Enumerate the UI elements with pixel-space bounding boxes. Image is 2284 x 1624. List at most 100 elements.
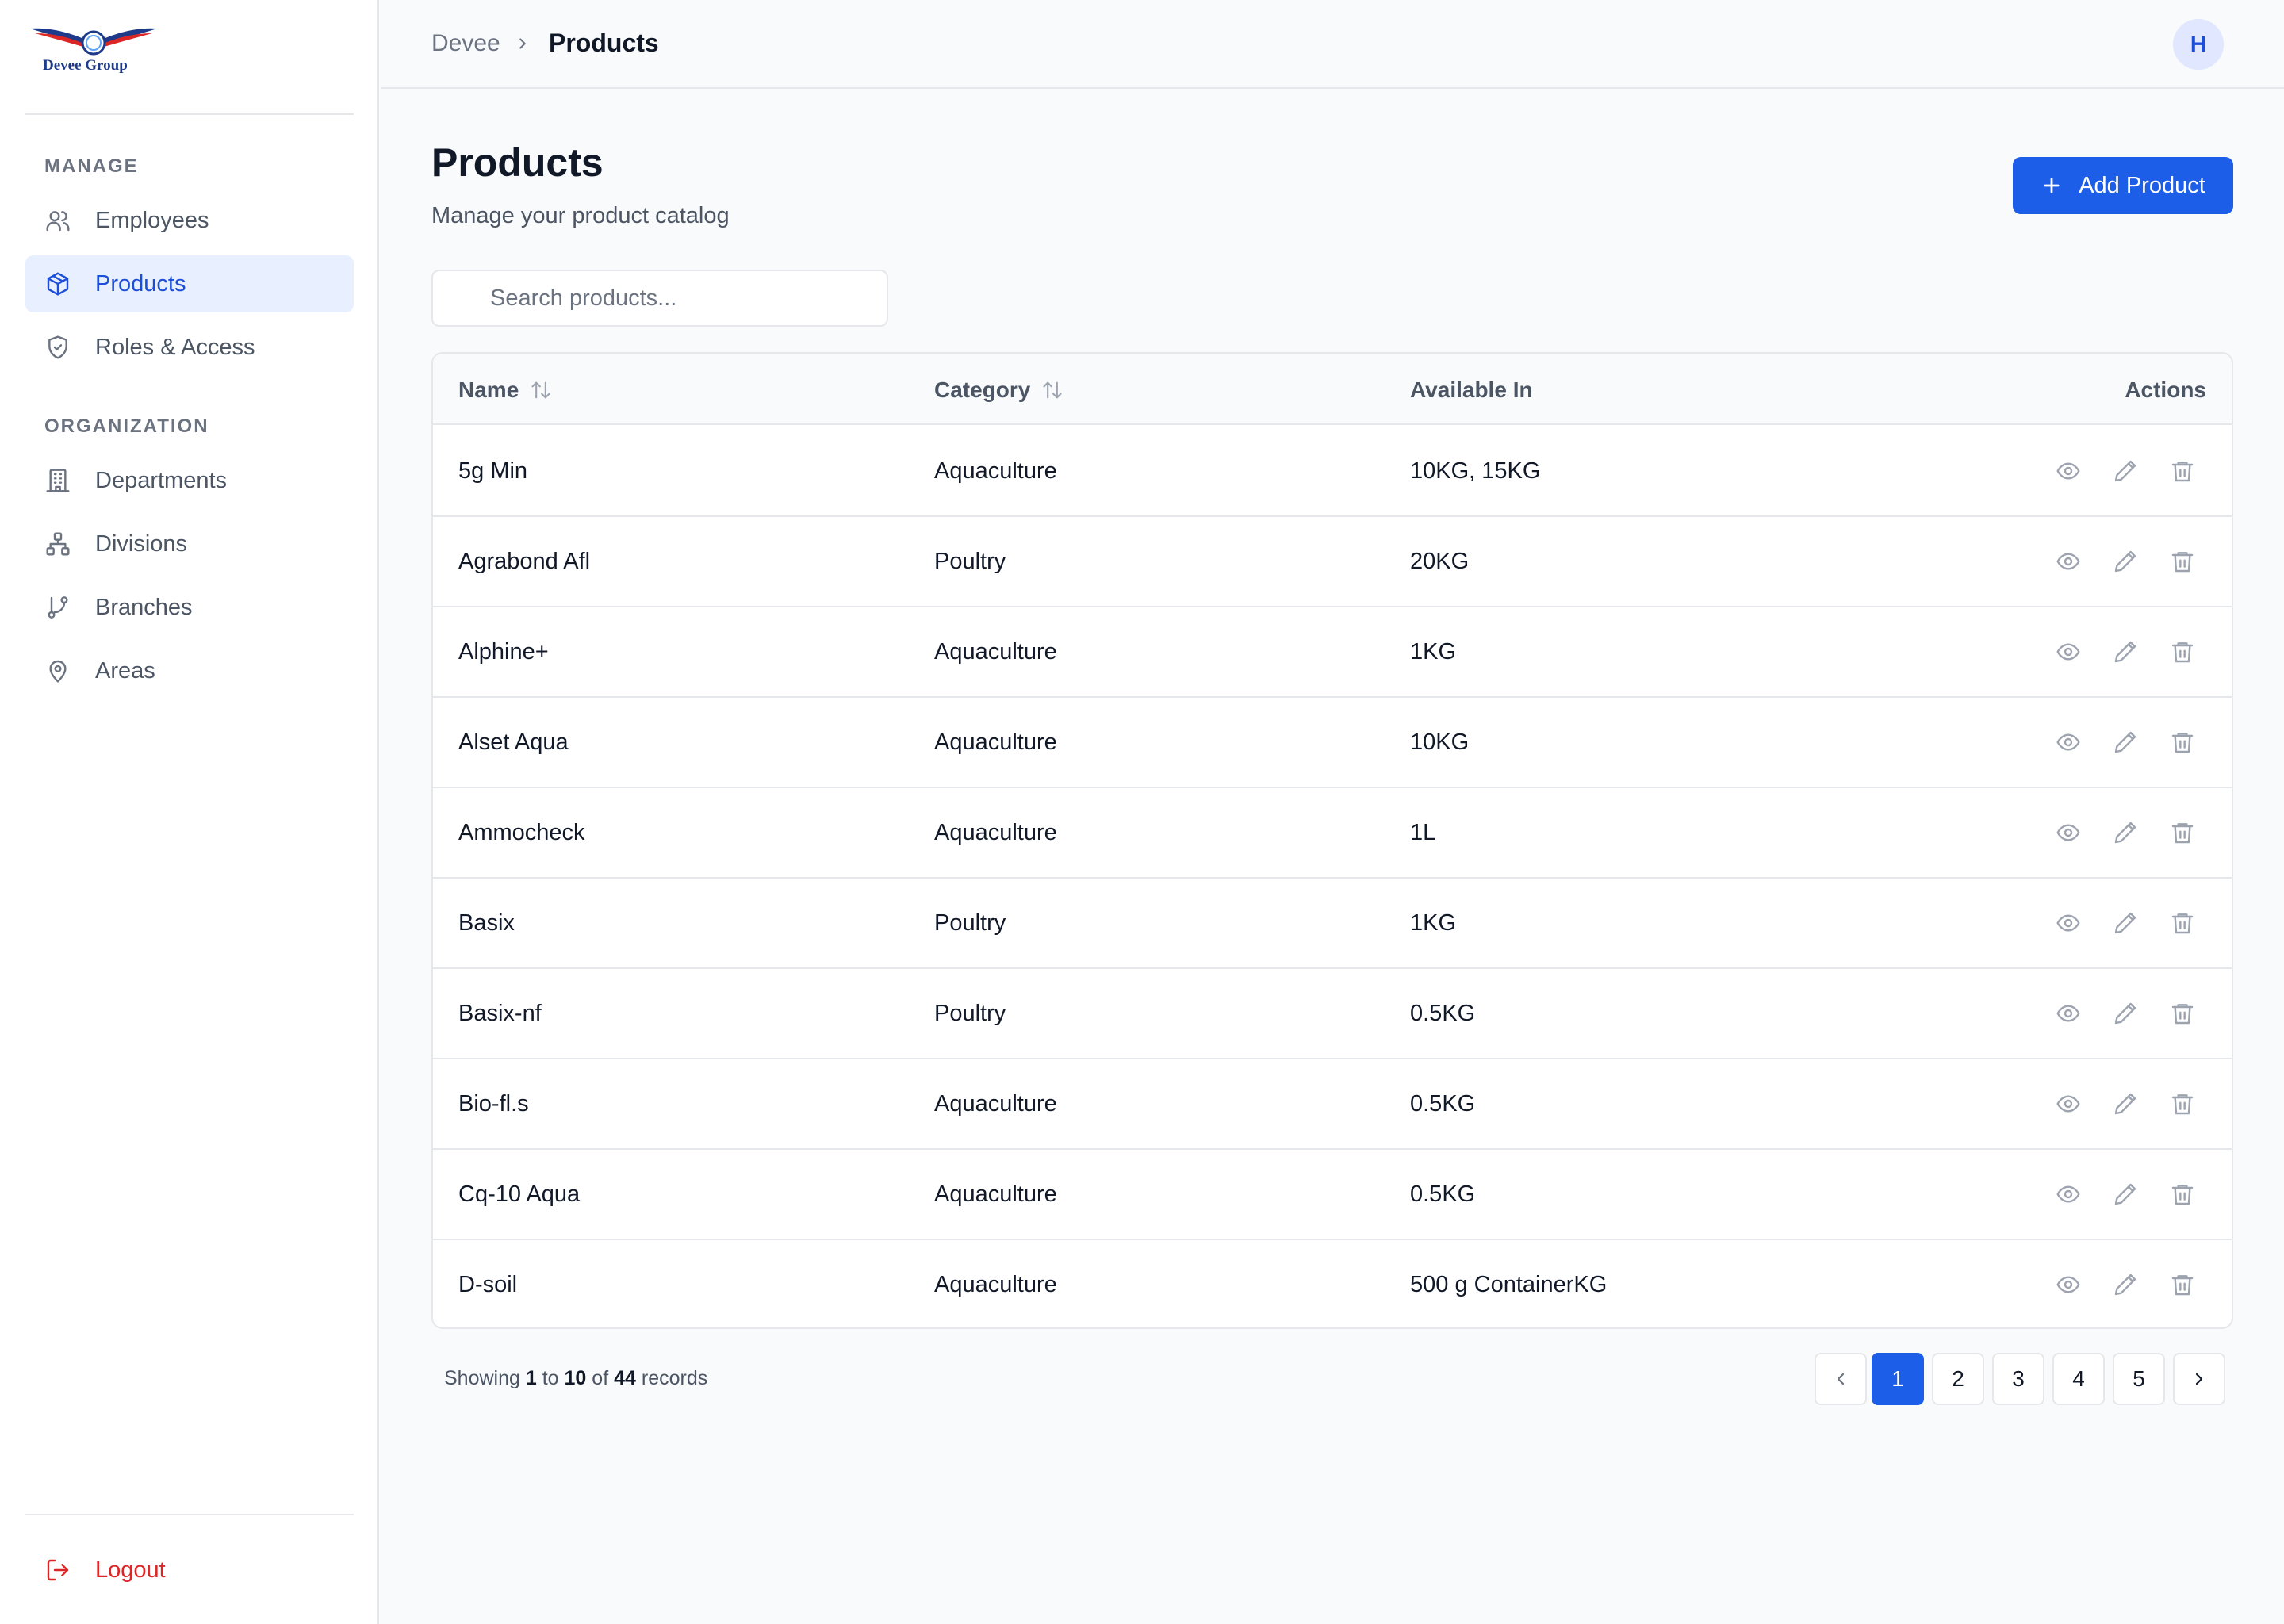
trash-icon xyxy=(2170,639,2195,665)
eye-button[interactable] xyxy=(2054,457,2083,485)
column-header-name[interactable]: Name xyxy=(458,377,552,403)
eye-button[interactable] xyxy=(2054,818,2083,847)
sidebar-item-products[interactable]: Products xyxy=(25,255,354,312)
box-icon xyxy=(44,270,71,297)
plus-icon xyxy=(2041,174,2063,197)
sidebar-item-label: Branches xyxy=(95,594,193,620)
sidebar-item-divisions[interactable]: Divisions xyxy=(25,515,354,573)
shield-icon xyxy=(44,334,71,361)
pencil-icon xyxy=(2113,1272,2138,1297)
cell-available-in: 1KG xyxy=(1410,639,1457,665)
trash-icon xyxy=(2170,730,2195,755)
table-row: Alphine+ Aquaculture 1KG xyxy=(433,607,2232,698)
user-avatar[interactable]: H xyxy=(2173,19,2224,70)
network-icon xyxy=(44,530,71,557)
trash-button[interactable] xyxy=(2168,1270,2197,1299)
building-icon xyxy=(44,467,71,494)
row-actions xyxy=(2054,1090,2197,1118)
breadcrumb-root[interactable]: Devee xyxy=(431,30,500,57)
logout-button[interactable]: Logout xyxy=(25,1542,354,1599)
pencil-button[interactable] xyxy=(2111,638,2140,666)
pencil-icon xyxy=(2113,1091,2138,1116)
row-actions xyxy=(2054,638,2197,666)
cell-available-in: 0.5KG xyxy=(1410,1182,1476,1207)
trash-button[interactable] xyxy=(2168,1180,2197,1208)
row-actions xyxy=(2054,1180,2197,1208)
pencil-icon xyxy=(2113,1182,2138,1207)
cell-category: Poultry xyxy=(934,1001,1006,1026)
add-product-button[interactable]: Add Product xyxy=(2013,157,2233,214)
company-logo[interactable]: Devee Group xyxy=(27,22,160,79)
table-row: D-soil Aquaculture 500 g ContainerKG xyxy=(433,1240,2232,1327)
page-button[interactable]: 3 xyxy=(1992,1353,2044,1405)
page-button[interactable]: 5 xyxy=(2113,1353,2165,1405)
pencil-button[interactable] xyxy=(2111,999,2140,1028)
table-header: Name Category Available In Actions xyxy=(433,354,2232,425)
column-header-category[interactable]: Category xyxy=(934,377,1063,403)
cell-available-in: 0.5KG xyxy=(1410,1091,1476,1116)
pencil-button[interactable] xyxy=(2111,1270,2140,1299)
eye-button[interactable] xyxy=(2054,909,2083,937)
prev-page-button[interactable] xyxy=(1815,1353,1867,1405)
cell-available-in: 1L xyxy=(1410,820,1436,845)
products-table: Name Category Available In Actions 5g Mi… xyxy=(431,352,2233,1329)
cell-name: Alset Aqua xyxy=(458,730,569,755)
column-label: Name xyxy=(458,377,519,402)
chevron-right-icon xyxy=(514,33,531,58)
pencil-button[interactable] xyxy=(2111,547,2140,576)
breadcrumb-current: Products xyxy=(549,29,659,57)
trash-button[interactable] xyxy=(2168,638,2197,666)
sidebar-item-areas[interactable]: Areas xyxy=(25,642,354,699)
pencil-button[interactable] xyxy=(2111,728,2140,756)
trash-button[interactable] xyxy=(2168,1090,2197,1118)
to-word: to xyxy=(542,1367,559,1389)
cell-name: D-soil xyxy=(458,1272,518,1297)
trash-button[interactable] xyxy=(2168,818,2197,847)
cell-category: Poultry xyxy=(934,910,1006,936)
column-label: Category xyxy=(934,377,1031,402)
trash-button[interactable] xyxy=(2168,547,2197,576)
eye-button[interactable] xyxy=(2054,728,2083,756)
pencil-button[interactable] xyxy=(2111,1180,2140,1208)
column-header-actions: Actions xyxy=(2125,377,2206,403)
section-label-manage: MANAGE xyxy=(44,155,139,177)
pencil-button[interactable] xyxy=(2111,1090,2140,1118)
cell-category: Aquaculture xyxy=(934,1182,1057,1207)
page-button[interactable]: 1 xyxy=(1872,1353,1924,1405)
eye-button[interactable] xyxy=(2054,638,2083,666)
table-row: Agrabond Afl Poultry 20KG xyxy=(433,517,2232,607)
wings-logo-icon xyxy=(30,28,157,56)
sidebar-item-branches[interactable]: Branches xyxy=(25,579,354,636)
showing-prefix: Showing xyxy=(444,1367,520,1389)
page-button[interactable]: 2 xyxy=(1932,1353,1984,1405)
trash-button[interactable] xyxy=(2168,728,2197,756)
row-actions xyxy=(2054,547,2197,576)
trash-icon xyxy=(2170,549,2195,574)
of-word: of xyxy=(592,1367,609,1389)
trash-button[interactable] xyxy=(2168,457,2197,485)
logout-label: Logout xyxy=(95,1557,166,1583)
eye-icon xyxy=(2056,1091,2081,1116)
cell-available-in: 1KG xyxy=(1410,910,1457,936)
eye-button[interactable] xyxy=(2054,1090,2083,1118)
eye-button[interactable] xyxy=(2054,999,2083,1028)
eye-button[interactable] xyxy=(2054,1180,2083,1208)
table-row: Cq-10 Aqua Aquaculture 0.5KG xyxy=(433,1150,2232,1240)
sidebar-item-employees[interactable]: Employees xyxy=(25,192,354,249)
row-actions xyxy=(2054,999,2197,1028)
search-input[interactable] xyxy=(433,271,887,325)
pencil-button[interactable] xyxy=(2111,909,2140,937)
eye-button[interactable] xyxy=(2054,547,2083,576)
cell-name: Basix xyxy=(458,910,515,936)
next-page-button[interactable] xyxy=(2173,1353,2225,1405)
eye-button[interactable] xyxy=(2054,1270,2083,1299)
page-button[interactable]: 4 xyxy=(2052,1353,2105,1405)
pencil-button[interactable] xyxy=(2111,457,2140,485)
cell-available-in: 10KG, 15KG xyxy=(1410,458,1541,484)
trash-button[interactable] xyxy=(2168,909,2197,937)
sidebar-item-roles-access[interactable]: Roles & Access xyxy=(25,319,354,376)
pencil-button[interactable] xyxy=(2111,818,2140,847)
page-title: Products xyxy=(431,140,604,185)
sidebar-item-departments[interactable]: Departments xyxy=(25,452,354,509)
trash-button[interactable] xyxy=(2168,999,2197,1028)
